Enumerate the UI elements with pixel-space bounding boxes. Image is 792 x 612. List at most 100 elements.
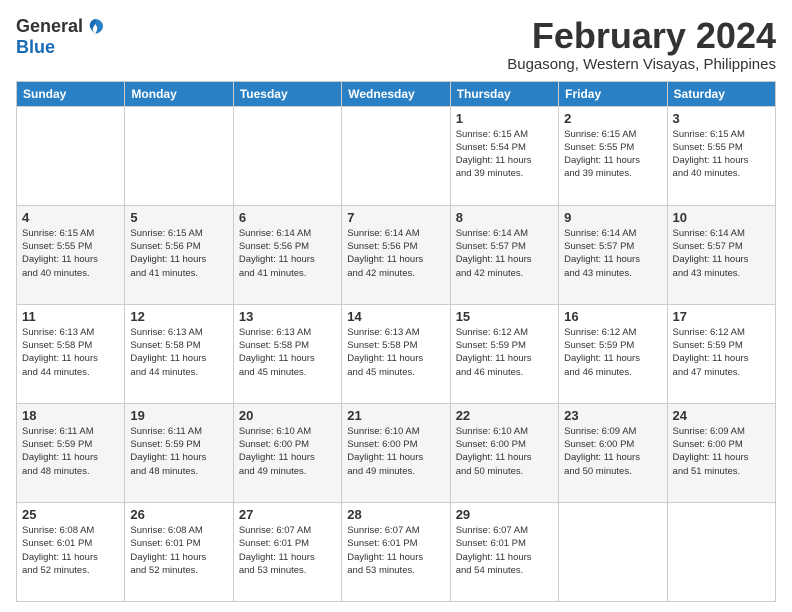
day-info: Sunrise: 6:07 AM Sunset: 6:01 PM Dayligh… xyxy=(456,524,553,577)
day-number: 7 xyxy=(347,210,444,225)
day-number: 21 xyxy=(347,408,444,423)
page: General Blue February 2024 Bugasong, Wes… xyxy=(0,0,792,612)
calendar-cell xyxy=(559,502,667,601)
calendar-week-row: 25 Sunrise: 6:08 AM Sunset: 6:01 PM Dayli… xyxy=(17,502,776,601)
day-info: Sunrise: 6:08 AM Sunset: 6:01 PM Dayligh… xyxy=(130,524,227,577)
calendar-cell: 6Sunrise: 6:14 AM Sunset: 5:56 PM Daylig… xyxy=(233,205,341,304)
day-info: Sunrise: 6:09 AM Sunset: 6:00 PM Dayligh… xyxy=(673,425,770,478)
day-number: 15 xyxy=(456,309,553,324)
header-monday: Monday xyxy=(125,81,233,106)
header-sunday: Sunday xyxy=(17,81,125,106)
day-number: 29 xyxy=(456,507,553,522)
calendar-cell: 27Sunrise: 6:07 AM Sunset: 6:01 PM Dayli… xyxy=(233,502,341,601)
calendar-cell xyxy=(667,502,775,601)
day-info: Sunrise: 6:14 AM Sunset: 5:57 PM Dayligh… xyxy=(673,227,770,280)
day-number: 28 xyxy=(347,507,444,522)
calendar-cell: 1 Sunrise: 6:15 AM Sunset: 5:54 PM Daylig… xyxy=(450,106,558,205)
month-year-title: February 2024 xyxy=(507,16,776,56)
day-number: 18 xyxy=(22,408,119,423)
header: General Blue February 2024 Bugasong, Wes… xyxy=(16,16,776,73)
calendar-cell xyxy=(342,106,450,205)
day-info: Sunrise: 6:14 AM Sunset: 5:57 PM Dayligh… xyxy=(456,227,553,280)
calendar-cell: 3 Sunrise: 6:15 AM Sunset: 5:55 PM Daylig… xyxy=(667,106,775,205)
day-number: 12 xyxy=(130,309,227,324)
day-number: 26 xyxy=(130,507,227,522)
day-number: 23 xyxy=(564,408,661,423)
calendar-cell: 16 Sunrise: 6:12 AM Sunset: 5:59 PM Dayli… xyxy=(559,304,667,403)
day-number: 19 xyxy=(130,408,227,423)
calendar-cell: 13 Sunrise: 6:13 AM Sunset: 5:58 PM Dayli… xyxy=(233,304,341,403)
calendar-cell: 20 Sunrise: 6:10 AM Sunset: 6:00 PM Dayli… xyxy=(233,403,341,502)
day-info: Sunrise: 6:13 AM Sunset: 5:58 PM Dayligh… xyxy=(347,326,444,379)
day-number: 13 xyxy=(239,309,336,324)
day-number: 10 xyxy=(673,210,770,225)
location-subtitle: Bugasong, Western Visayas, Philippines xyxy=(507,56,776,73)
header-tuesday: Tuesday xyxy=(233,81,341,106)
day-info: Sunrise: 6:15 AM Sunset: 5:56 PM Dayligh… xyxy=(130,227,227,280)
day-info: Sunrise: 6:14 AM Sunset: 5:56 PM Dayligh… xyxy=(347,227,444,280)
calendar-cell xyxy=(233,106,341,205)
day-info: Sunrise: 6:15 AM Sunset: 5:54 PM Dayligh… xyxy=(456,128,553,181)
day-info: Sunrise: 6:07 AM Sunset: 6:01 PM Dayligh… xyxy=(347,524,444,577)
day-number: 3 xyxy=(673,111,770,126)
header-thursday: Thursday xyxy=(450,81,558,106)
day-number: 11 xyxy=(22,309,119,324)
calendar-cell: 9Sunrise: 6:14 AM Sunset: 5:57 PM Daylig… xyxy=(559,205,667,304)
calendar-cell: 22Sunrise: 6:10 AM Sunset: 6:00 PM Dayli… xyxy=(450,403,558,502)
day-info: Sunrise: 6:11 AM Sunset: 5:59 PM Dayligh… xyxy=(130,425,227,478)
calendar-cell: 5 Sunrise: 6:15 AM Sunset: 5:56 PM Daylig… xyxy=(125,205,233,304)
calendar-cell: 7 Sunrise: 6:14 AM Sunset: 5:56 PM Daylig… xyxy=(342,205,450,304)
day-info: Sunrise: 6:13 AM Sunset: 5:58 PM Dayligh… xyxy=(239,326,336,379)
day-number: 9 xyxy=(564,210,661,225)
day-info: Sunrise: 6:12 AM Sunset: 5:59 PM Dayligh… xyxy=(456,326,553,379)
day-info: Sunrise: 6:12 AM Sunset: 5:59 PM Dayligh… xyxy=(673,326,770,379)
day-number: 16 xyxy=(564,309,661,324)
calendar-cell: 21 Sunrise: 6:10 AM Sunset: 6:00 PM Dayli… xyxy=(342,403,450,502)
calendar-cell: 29 Sunrise: 6:07 AM Sunset: 6:01 PM Dayli… xyxy=(450,502,558,601)
calendar-header-row: Sunday Monday Tuesday Wednesday Thursday… xyxy=(17,81,776,106)
day-number: 20 xyxy=(239,408,336,423)
day-info: Sunrise: 6:15 AM Sunset: 5:55 PM Dayligh… xyxy=(564,128,661,181)
day-info: Sunrise: 6:15 AM Sunset: 5:55 PM Dayligh… xyxy=(22,227,119,280)
day-info: Sunrise: 6:13 AM Sunset: 5:58 PM Dayligh… xyxy=(22,326,119,379)
logo: General Blue xyxy=(16,16,105,58)
calendar-cell: 23 Sunrise: 6:09 AM Sunset: 6:00 PM Dayli… xyxy=(559,403,667,502)
day-number: 2 xyxy=(564,111,661,126)
day-number: 27 xyxy=(239,507,336,522)
day-number: 1 xyxy=(456,111,553,126)
day-number: 8 xyxy=(456,210,553,225)
calendar-cell xyxy=(125,106,233,205)
calendar-week-row: 11 Sunrise: 6:13 AM Sunset: 5:58 PM Dayli… xyxy=(17,304,776,403)
calendar-cell: 15 Sunrise: 6:12 AM Sunset: 5:59 PM Dayli… xyxy=(450,304,558,403)
day-number: 14 xyxy=(347,309,444,324)
logo-bird-icon xyxy=(85,17,105,37)
day-number: 24 xyxy=(673,408,770,423)
calendar-week-row: 1 Sunrise: 6:15 AM Sunset: 5:54 PM Daylig… xyxy=(17,106,776,205)
calendar-week-row: 4Sunrise: 6:15 AM Sunset: 5:55 PM Daylig… xyxy=(17,205,776,304)
day-number: 5 xyxy=(130,210,227,225)
day-info: Sunrise: 6:10 AM Sunset: 6:00 PM Dayligh… xyxy=(239,425,336,478)
calendar-cell: 25Sunrise: 6:08 AM Sunset: 6:01 PM Dayli… xyxy=(17,502,125,601)
calendar-cell: 11 Sunrise: 6:13 AM Sunset: 5:58 PM Dayli… xyxy=(17,304,125,403)
day-info: Sunrise: 6:13 AM Sunset: 5:58 PM Dayligh… xyxy=(130,326,227,379)
day-number: 25 xyxy=(22,507,119,522)
calendar-cell: 4Sunrise: 6:15 AM Sunset: 5:55 PM Daylig… xyxy=(17,205,125,304)
calendar-cell: 8 Sunrise: 6:14 AM Sunset: 5:57 PM Daylig… xyxy=(450,205,558,304)
header-saturday: Saturday xyxy=(667,81,775,106)
day-info: Sunrise: 6:09 AM Sunset: 6:00 PM Dayligh… xyxy=(564,425,661,478)
logo-general-text: General xyxy=(16,16,83,37)
day-info: Sunrise: 6:15 AM Sunset: 5:55 PM Dayligh… xyxy=(673,128,770,181)
day-info: Sunrise: 6:12 AM Sunset: 5:59 PM Dayligh… xyxy=(564,326,661,379)
calendar-table: Sunday Monday Tuesday Wednesday Thursday… xyxy=(16,81,776,602)
calendar-cell: 26 Sunrise: 6:08 AM Sunset: 6:01 PM Dayli… xyxy=(125,502,233,601)
title-section: February 2024 Bugasong, Western Visayas,… xyxy=(507,16,776,73)
logo-blue-text: Blue xyxy=(16,37,55,58)
calendar-week-row: 18 Sunrise: 6:11 AM Sunset: 5:59 PM Dayli… xyxy=(17,403,776,502)
header-friday: Friday xyxy=(559,81,667,106)
day-info: Sunrise: 6:11 AM Sunset: 5:59 PM Dayligh… xyxy=(22,425,119,478)
day-info: Sunrise: 6:10 AM Sunset: 6:00 PM Dayligh… xyxy=(347,425,444,478)
header-wednesday: Wednesday xyxy=(342,81,450,106)
calendar-cell: 17Sunrise: 6:12 AM Sunset: 5:59 PM Dayli… xyxy=(667,304,775,403)
calendar-cell: 2 Sunrise: 6:15 AM Sunset: 5:55 PM Daylig… xyxy=(559,106,667,205)
calendar-cell: 24 Sunrise: 6:09 AM Sunset: 6:00 PM Dayli… xyxy=(667,403,775,502)
